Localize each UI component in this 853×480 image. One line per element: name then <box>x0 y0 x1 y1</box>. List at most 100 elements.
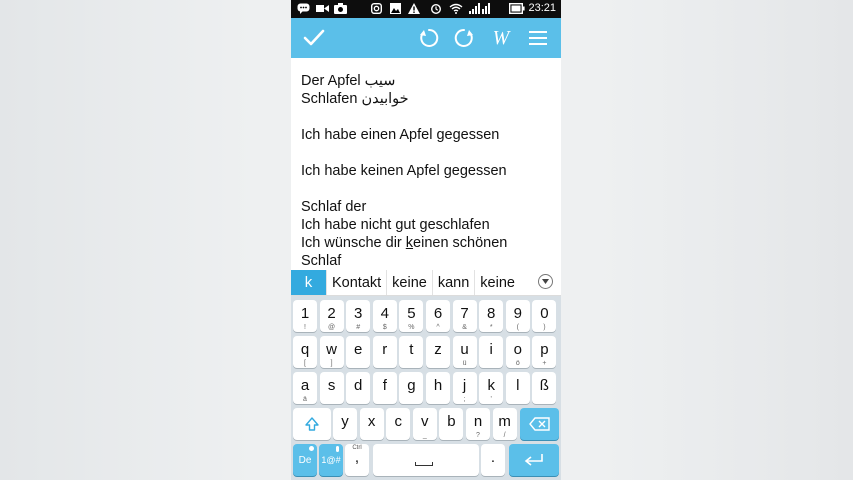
check-icon[interactable] <box>299 23 329 53</box>
key-label: 5 <box>407 305 416 322</box>
key-label: e <box>354 341 363 358</box>
comma-key[interactable]: , Ctrl <box>345 444 369 476</box>
signal-icon <box>469 3 491 14</box>
mic-icon <box>336 446 339 452</box>
soft-keyboard: 1! 2 @3 #4 $5% 6 ^ 7 & 8 * 9(0) q[w] e r t z u ü i o ö p + a ä s d f… <box>291 296 561 480</box>
key-h[interactable]: h <box>426 372 450 404</box>
key-v[interactable]: v _ <box>412 408 437 440</box>
key-o[interactable]: oö <box>505 336 530 368</box>
key-x[interactable]: x <box>359 408 384 440</box>
space-key[interactable] <box>373 444 479 476</box>
backspace-key[interactable] <box>520 408 559 440</box>
key-8[interactable]: 8 * <box>479 300 504 332</box>
key-label: t <box>409 341 414 358</box>
shift-key[interactable] <box>293 408 331 440</box>
editor-line: Schlaf <box>301 253 342 269</box>
key-label: l <box>516 377 520 394</box>
key-d[interactable]: d <box>346 372 371 404</box>
key-label: d <box>354 377 363 394</box>
menu-icon[interactable] <box>523 23 553 53</box>
shift-icon <box>305 417 319 431</box>
key-sublabel: ( <box>516 324 519 331</box>
key-r[interactable]: r <box>372 336 397 368</box>
key-sublabel: @ <box>328 324 336 331</box>
key-m[interactable]: m / <box>492 408 517 440</box>
key-label: w <box>326 341 338 358</box>
editor-line: Ich habe keinen Apfel gegessen <box>301 163 507 179</box>
enter-icon <box>524 454 543 466</box>
key-sublabel: ' <box>490 396 492 403</box>
key-ß[interactable]: ß <box>532 372 557 404</box>
key-j[interactable]: j; <box>452 372 477 404</box>
key-sublabel: ä <box>303 396 307 403</box>
editor-line: Schlaf der <box>301 199 367 215</box>
battery-icon <box>508 2 525 15</box>
key-t[interactable]: t <box>399 336 424 368</box>
suggestion-item[interactable]: keine <box>386 270 432 295</box>
key-y[interactable]: y <box>333 408 357 440</box>
enter-key[interactable] <box>509 444 559 476</box>
period-key[interactable]: . <box>481 444 505 476</box>
key-0[interactable]: 0) <box>532 300 557 332</box>
status-bar: 23:21 <box>291 0 561 18</box>
key-label: k <box>487 377 495 394</box>
editor-line: Ich habe einen Apfel gegessen <box>301 127 500 143</box>
key-sublabel: ! <box>304 324 306 331</box>
key-3[interactable]: 3 # <box>346 300 371 332</box>
key-label: ß <box>539 377 549 394</box>
key-u[interactable]: uü <box>452 336 477 368</box>
key-s[interactable]: s <box>319 372 344 404</box>
key-5[interactable]: 5% <box>399 300 424 332</box>
key-label: p <box>540 341 549 358</box>
expand-suggestions-icon[interactable] <box>538 274 553 289</box>
symbols-key[interactable]: 1@# <box>319 444 343 476</box>
suggestion-item[interactable]: Kontakt <box>326 270 386 295</box>
editor-line: Der Apfel سیب <box>301 73 396 89</box>
key-label: 9 <box>513 305 522 322</box>
key-f[interactable]: f <box>372 372 397 404</box>
language-key[interactable]: De <box>293 444 317 476</box>
suggestion-item[interactable]: kann <box>431 270 474 295</box>
key-sublabel: & <box>462 324 467 331</box>
key-sublabel: [ <box>304 360 306 367</box>
key-q[interactable]: q[ <box>293 336 317 368</box>
key-w[interactable]: w] <box>319 336 344 368</box>
key-label: 7 <box>460 305 469 322</box>
key-6[interactable]: 6 ^ <box>426 300 450 332</box>
key-sublabel: ; <box>463 396 466 403</box>
chat-icon <box>297 3 310 14</box>
undo-icon[interactable] <box>414 23 444 53</box>
redo-icon[interactable] <box>449 23 479 53</box>
key-2[interactable]: 2 @ <box>319 300 344 332</box>
key-a[interactable]: aä <box>293 372 317 404</box>
key-e[interactable]: e <box>346 336 371 368</box>
key-label: b <box>447 413 456 430</box>
key-g[interactable]: g <box>399 372 424 404</box>
key-sublabel: ü <box>462 360 467 367</box>
key-label: r <box>382 341 388 358</box>
suggestion-current[interactable]: k <box>291 270 326 295</box>
key-label: 6 <box>433 305 443 322</box>
key-label: g <box>407 377 416 394</box>
key-n[interactable]: n? <box>466 408 490 440</box>
suggestion-item[interactable]: keine <box>474 270 520 295</box>
wiki-icon[interactable]: W <box>486 23 516 53</box>
key-label: n <box>473 413 483 430</box>
key-b[interactable]: b <box>439 408 464 440</box>
key-label: . <box>490 449 496 466</box>
key-9[interactable]: 9( <box>505 300 530 332</box>
key-1[interactable]: 1! <box>293 300 317 332</box>
key-k[interactable]: k ' <box>479 372 504 404</box>
key-i[interactable]: i <box>479 336 504 368</box>
video-icon <box>316 3 329 14</box>
key-p[interactable]: p + <box>532 336 557 368</box>
key-c[interactable]: c <box>386 408 411 440</box>
instagram-icon <box>370 2 383 15</box>
key-l[interactable]: l <box>505 372 530 404</box>
key-4[interactable]: 4 $ <box>372 300 397 332</box>
key-label: z <box>434 341 442 358</box>
note-editor[interactable]: Der Apfel سیب Schlafen خوابیدن Ich habe … <box>301 72 556 269</box>
key-z[interactable]: z <box>426 336 450 368</box>
key-7[interactable]: 7 & <box>452 300 477 332</box>
